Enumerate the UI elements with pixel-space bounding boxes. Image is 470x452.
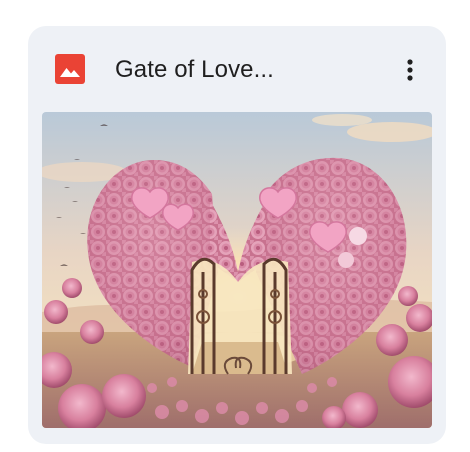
image-file-icon <box>55 54 85 84</box>
more-vert-icon <box>407 59 413 81</box>
more-options-button[interactable] <box>390 50 430 90</box>
file-card[interactable]: Gate of Love... <box>28 26 446 444</box>
image-thumbnail[interactable] <box>42 112 432 428</box>
file-title[interactable]: Gate of Love... <box>115 54 274 86</box>
file-card-header: Gate of Love... <box>28 26 446 112</box>
